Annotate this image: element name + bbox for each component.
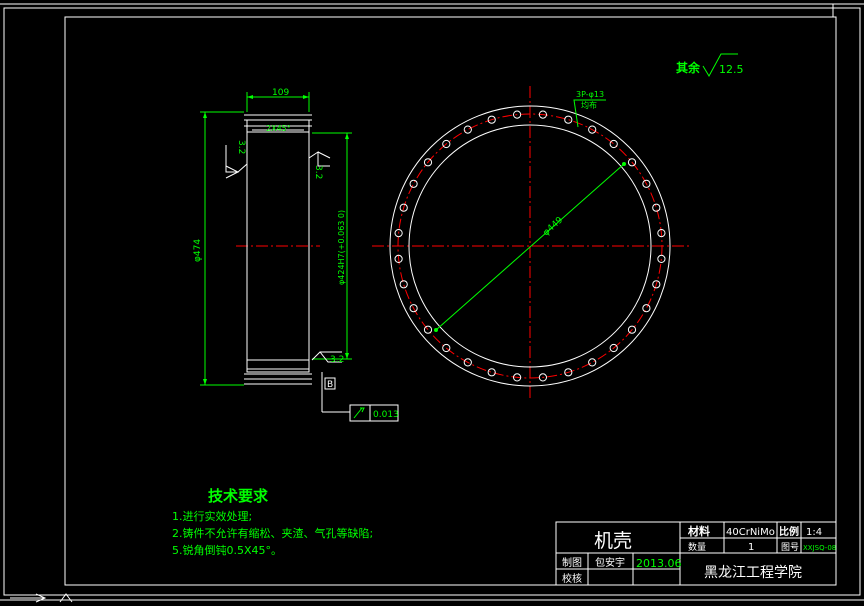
- tech-req-item-3: 5.锐角倒钝0.5X45°。: [172, 543, 282, 557]
- qty-label: 数量: [688, 541, 706, 553]
- runout-value: 0.013: [373, 410, 399, 420]
- bolt-hole: [409, 179, 418, 188]
- bolt-hole: [423, 325, 433, 334]
- roughness-right-icon: [308, 151, 331, 167]
- runout-icon: [353, 407, 365, 419]
- part-name: 机壳: [594, 530, 632, 552]
- bolt-hole: [609, 139, 618, 149]
- bolt-hole: [463, 125, 472, 134]
- tech-req-item-1: 1.进行实效处理;: [172, 509, 252, 523]
- front-view: φ449 3P-φ13 均布: [372, 86, 690, 400]
- hole-note: 3P-φ13: [576, 90, 604, 99]
- inner-diameter-dimension: φ424H7(+0.063 0): [337, 210, 346, 285]
- bolt-hole: [564, 115, 573, 124]
- bolt-hole: [487, 368, 496, 377]
- drawing-no-value: XXJSQ-08: [803, 544, 836, 552]
- outer-diameter-dimension: φ474: [193, 239, 203, 262]
- roughness-right-value: 3.2: [313, 165, 323, 179]
- material-label: 材料: [688, 524, 710, 538]
- bolt-hole: [588, 358, 597, 367]
- side-view: 109 2X45° φ474 φ424H7(+0.063 0) 3.2 3.2 …: [193, 88, 399, 422]
- roughness-bottom-value: 3.2: [330, 355, 344, 365]
- datum-label: B: [327, 380, 333, 390]
- hole-note-sub: 均布: [581, 100, 597, 110]
- qty-value: 1: [748, 542, 754, 553]
- roughness-left-value: 3.2: [236, 140, 246, 154]
- width-dimension: 109: [272, 88, 289, 98]
- title-block: 机壳 材料 40CrNiMo 比例 1:4 数量 1 图号 XXJSQ-08 制…: [555, 521, 837, 586]
- drawing-no-label: 图号: [781, 542, 799, 553]
- roughness-label: 其余: [676, 60, 701, 75]
- drawn-by-label: 制图: [562, 556, 582, 569]
- date-value: 2013.06: [636, 557, 682, 570]
- bolt-hole: [642, 304, 651, 313]
- bolt-hole: [399, 280, 408, 289]
- bolt-hole: [652, 203, 661, 212]
- bolt-hole: [657, 254, 666, 263]
- scale-label: 比例: [779, 525, 799, 538]
- tech-req-item-2: 2.铸件不允许有缩松、夹渣、气孔等缺陷;: [172, 526, 373, 540]
- roughness-value: 12.5: [719, 63, 744, 76]
- sheet-border-outer: [3, 7, 861, 596]
- school-name: 黑龙江工程学院: [704, 565, 802, 581]
- sheet-border-inner: [64, 16, 837, 586]
- checked-label: 校核: [562, 572, 582, 585]
- drawn-by-value: 包安宇: [595, 556, 625, 569]
- chamfer-note: 2X45°: [266, 124, 291, 133]
- tech-req-title: 技术要求: [208, 487, 269, 505]
- scale-value: 1:4: [806, 527, 822, 538]
- cad-drawing: 其余 12.5 109 2X45° φ474 φ424H7(+0.063 0) …: [0, 3, 864, 603]
- material-value: 40CrNiMo: [726, 527, 775, 538]
